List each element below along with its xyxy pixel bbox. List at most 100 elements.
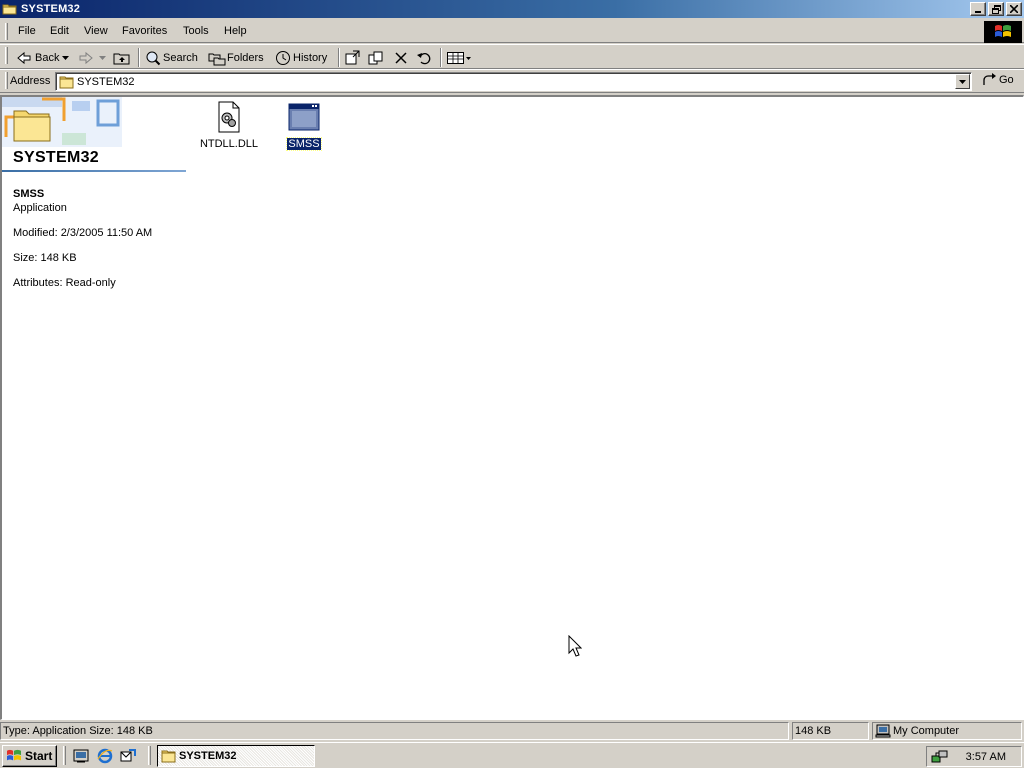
internet-explorer-icon[interactable]: [97, 748, 113, 764]
search-icon: [146, 51, 161, 66]
folder-icon: [161, 750, 176, 763]
outlook-express-icon[interactable]: [120, 748, 136, 764]
taskbar: Start SYSTEM32 3:57 AM: [0, 742, 1024, 768]
selected-file-type: Application: [13, 202, 67, 214]
window-title: SYSTEM32: [21, 3, 81, 15]
history-icon: [276, 51, 290, 65]
address-bar: Address SYSTEM32 Go: [0, 69, 1024, 93]
address-field[interactable]: SYSTEM32: [55, 72, 972, 91]
status-bar: Type: Application Size: 148 KB 148 KB My…: [0, 721, 1024, 741]
dll-file-icon: [218, 101, 240, 133]
file-label: NTDLL.DLL: [199, 138, 259, 150]
selected-file-name: SMSS: [13, 188, 45, 200]
application-icon: [288, 103, 320, 131]
minimize-icon: [975, 11, 981, 13]
move-to-icon: [345, 50, 360, 65]
forward-arrow-icon: [79, 51, 93, 65]
search-button[interactable]: Search: [145, 48, 198, 68]
menu-tools[interactable]: Tools: [183, 25, 209, 37]
chevron-down-icon: [466, 56, 471, 60]
menu-grip[interactable]: [5, 23, 8, 40]
views-icon: [447, 52, 464, 64]
menu-favorites[interactable]: Favorites: [122, 25, 167, 37]
windows-flag-icon: [995, 25, 1011, 37]
standard-toolbar: Back Search Folders History: [0, 44, 1024, 69]
move-to-button[interactable]: [344, 48, 362, 68]
copy-to-icon: [368, 51, 383, 65]
clock[interactable]: 3:57 AM: [966, 751, 1006, 763]
close-button[interactable]: [1006, 2, 1022, 16]
title-divider: [2, 170, 186, 172]
address-grip[interactable]: [5, 72, 8, 89]
status-info: Type: Application Size: 148 KB: [0, 722, 789, 740]
address-dropdown-button[interactable]: [955, 74, 970, 89]
forward-button[interactable]: [78, 48, 94, 68]
status-zone-label: My Computer: [893, 725, 960, 737]
close-icon: [1010, 5, 1018, 13]
status-zone: My Computer: [872, 722, 1022, 740]
forward-dropdown-button[interactable]: [99, 48, 106, 68]
start-label: Start: [25, 749, 53, 763]
folder-view[interactable]: SYSTEM32 SMSS Application Modified: 2/3/…: [0, 95, 1024, 720]
chevron-down-icon: [959, 79, 966, 84]
up-folder-icon: [113, 53, 130, 65]
selected-file-size: Size: 148 KB: [13, 252, 77, 264]
web-view-panel: SYSTEM32 SMSS Application Modified: 2/3/…: [2, 97, 188, 719]
search-label: Search: [163, 52, 198, 64]
mouse-cursor-icon: [568, 635, 582, 657]
up-folder-button[interactable]: [113, 48, 131, 68]
back-label: Back: [35, 52, 60, 64]
chevron-down-icon: [62, 56, 69, 60]
go-button[interactable]: Go: [981, 73, 1014, 87]
file-label: SMSS: [286, 137, 322, 151]
network-icon[interactable]: [931, 749, 949, 765]
selected-file-modified: Modified: 2/3/2005 11:50 AM: [13, 227, 153, 239]
history-label: History: [293, 52, 328, 64]
address-label: Address: [10, 75, 51, 87]
taskbar-grip[interactable]: [148, 746, 151, 765]
back-arrow-icon: [17, 51, 31, 65]
folder-icon: [59, 75, 75, 92]
delete-icon: [395, 52, 407, 64]
title-bar[interactable]: SYSTEM32: [0, 0, 1024, 18]
toolbar-grip[interactable]: [5, 47, 8, 64]
quicklaunch-grip[interactable]: [63, 746, 66, 765]
folders-button[interactable]: Folders: [208, 48, 264, 68]
system-tray: 3:57 AM: [926, 746, 1022, 767]
go-label: Go: [999, 74, 1014, 86]
copy-to-button[interactable]: [368, 48, 386, 68]
selected-file-attributes: Attributes: Read-only: [13, 277, 116, 289]
back-button[interactable]: Back: [16, 48, 59, 68]
maximize-button[interactable]: [988, 2, 1004, 16]
history-button[interactable]: History: [275, 48, 327, 68]
folders-icon: [208, 53, 226, 66]
folder-icon: [2, 1, 18, 17]
windows-flag-icon: [7, 749, 21, 761]
views-button[interactable]: [447, 48, 471, 68]
back-dropdown-button[interactable]: [62, 48, 69, 68]
undo-button[interactable]: [416, 48, 434, 68]
task-button-system32[interactable]: SYSTEM32: [157, 745, 315, 767]
delete-button[interactable]: [394, 48, 408, 68]
folder-title: SYSTEM32: [13, 149, 99, 166]
go-arrow-icon: [983, 73, 996, 85]
menu-bar: File Edit View Favorites Tools Help: [0, 20, 1024, 43]
chevron-down-icon: [99, 56, 106, 60]
menu-edit[interactable]: Edit: [50, 25, 69, 37]
undo-icon: [417, 53, 431, 65]
menu-view[interactable]: View: [84, 25, 108, 37]
menu-file[interactable]: File: [18, 25, 36, 37]
file-item[interactable]: NTDLL.DLL: [197, 101, 261, 150]
task-label: SYSTEM32: [179, 750, 237, 762]
windows-logo: [984, 21, 1022, 43]
minimize-button[interactable]: [970, 2, 986, 16]
address-value: SYSTEM32: [77, 76, 135, 88]
folders-label: Folders: [227, 52, 264, 64]
file-item[interactable]: SMSS: [272, 101, 336, 151]
restore-icon: [991, 4, 1001, 14]
show-desktop-icon[interactable]: [73, 748, 89, 764]
menu-help[interactable]: Help: [224, 25, 247, 37]
my-computer-icon: [875, 724, 891, 738]
status-size: 148 KB: [792, 722, 869, 740]
start-button[interactable]: Start: [2, 745, 57, 767]
